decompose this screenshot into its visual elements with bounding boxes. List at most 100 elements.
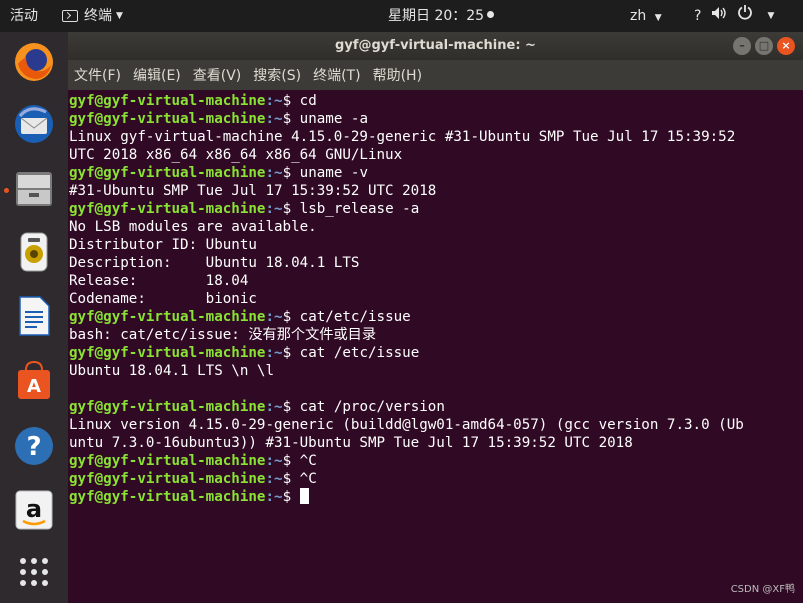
system-tray[interactable]: ? ▼ [694, 0, 774, 32]
menu-terminal[interactable]: 终端(T) [313, 65, 360, 85]
command-text: cat /etc/issue [299, 345, 420, 361]
terminal-command-line: gyf@gyf-virtual-machine:~$ cat /etc/issu… [69, 344, 803, 362]
input-method-menu[interactable]: zh ▼ [630, 0, 662, 32]
prompt-symbol: $ [282, 399, 300, 415]
command-text: ^C [299, 453, 317, 469]
prompt-symbol: $ [282, 345, 300, 361]
command-text: ^C [299, 471, 317, 487]
terminal-command-line: gyf@gyf-virtual-machine:~$ cat /proc/ver… [69, 398, 803, 416]
terminal-command-line: gyf@gyf-virtual-machine:~$ cd [69, 92, 803, 110]
terminal-output-line: Distributor ID: Ubuntu [69, 237, 257, 253]
dock: A ? a [0, 32, 68, 603]
notification-dot-icon [487, 11, 495, 18]
svg-text:A: A [27, 376, 41, 397]
terminal-command-line: gyf@gyf-virtual-machine:~$ uname -v [69, 164, 803, 182]
prompt-user: gyf@gyf-virtual-machine [69, 453, 266, 469]
terminal-window: gyf@gyf-virtual-machine: ~ – □ × 文件(F) 编… [68, 32, 803, 603]
menu-edit[interactable]: 编辑(E) [133, 65, 181, 85]
prompt-path: :~ [265, 399, 283, 415]
terminal-output-line: #31-Ubuntu SMP Tue Jul 17 15:39:52 UTC 2… [69, 183, 437, 199]
prompt-user: gyf@gyf-virtual-machine [69, 111, 266, 127]
menu-bar: 文件(F) 编辑(E) 查看(V) 搜索(S) 终端(T) 帮助(H) [68, 60, 803, 90]
prompt-user: gyf@gyf-virtual-machine [69, 399, 266, 415]
prompt-symbol: $ [282, 453, 300, 469]
window-titlebar[interactable]: gyf@gyf-virtual-machine: ~ – □ × [68, 32, 803, 60]
writer-icon[interactable] [12, 294, 56, 338]
prompt-path: :~ [265, 453, 283, 469]
volume-icon[interactable] [711, 0, 727, 32]
chevron-down-icon: ▼ [116, 11, 123, 21]
top-bar: 活动 终端 ▼ 星期日 20：25 zh ▼ ? ▼ [0, 0, 803, 32]
show-apps-icon[interactable] [12, 550, 56, 594]
terminal-output-line: Release: 18.04 [69, 273, 249, 289]
terminal-output-line: untu 7.3.0-16ubuntu3)) #31-Ubuntu SMP Tu… [69, 435, 633, 451]
command-text: lsb_release -a [299, 201, 420, 217]
files-icon[interactable] [12, 166, 56, 210]
command-text: uname -a [299, 111, 368, 127]
menu-search[interactable]: 搜索(S) [253, 65, 301, 85]
terminal-output-line: UTC 2018 x86_64 x86_64 x86_64 GNU/Linux [69, 147, 403, 163]
terminal-command-line: gyf@gyf-virtual-machine:~$ ^C [69, 452, 803, 470]
prompt-user: gyf@gyf-virtual-machine [69, 309, 266, 325]
prompt-path: :~ [265, 93, 283, 109]
menu-help[interactable]: 帮助(H) [373, 65, 422, 85]
prompt-user: gyf@gyf-virtual-machine [69, 471, 266, 487]
terminal-output[interactable]: gyf@gyf-virtual-machine:~$ cd gyf@gyf-vir… [68, 90, 803, 603]
svg-text:a: a [26, 495, 42, 523]
terminal-output-line: Description: Ubuntu 18.04.1 LTS [69, 255, 360, 271]
menu-file[interactable]: 文件(F) [74, 65, 121, 85]
menu-view[interactable]: 查看(V) [193, 65, 242, 85]
prompt-path: :~ [265, 165, 283, 181]
clock-label: 星期日 20：25 [388, 8, 485, 24]
terminal-output-line: Linux version 4.15.0-29-generic (buildd@… [69, 417, 744, 433]
prompt-user: gyf@gyf-virtual-machine [69, 201, 266, 217]
command-text: uname -v [299, 165, 368, 181]
terminal-output-line: Linux gyf-virtual-machine 4.15.0-29-gene… [69, 129, 736, 145]
clock[interactable]: 星期日 20：25 [388, 0, 495, 32]
help-icon[interactable]: ? [12, 424, 56, 468]
terminal-command-line: gyf@gyf-virtual-machine:~$ cat/etc/issue [69, 308, 803, 326]
activities-button[interactable]: 活动 [10, 0, 38, 32]
prompt-path: :~ [265, 309, 283, 325]
power-icon[interactable] [737, 0, 753, 32]
prompt-user: gyf@gyf-virtual-machine [69, 489, 266, 505]
command-text: cat /proc/version [299, 399, 445, 415]
software-center-icon[interactable]: A [12, 358, 56, 402]
firefox-icon[interactable] [12, 40, 56, 84]
prompt-symbol: $ [282, 471, 300, 487]
command-text: cd [299, 93, 317, 109]
chevron-down-icon: ▼ [767, 11, 775, 21]
prompt-path: :~ [265, 201, 283, 217]
close-icon[interactable]: × [777, 37, 795, 55]
prompt-symbol: $ [282, 201, 300, 217]
prompt-path: :~ [265, 111, 283, 127]
terminal-output-line: Ubuntu 18.04.1 LTS \n \l [69, 363, 274, 379]
watermark: CSDN @XF鸭 [730, 584, 795, 595]
app-menu[interactable]: 终端 ▼ [62, 0, 123, 32]
prompt-path: :~ [265, 489, 283, 505]
prompt-symbol: $ [282, 93, 300, 109]
terminal-command-line: gyf@gyf-virtual-machine:~$ lsb_release -… [69, 200, 803, 218]
prompt-path: :~ [265, 345, 283, 361]
rhythmbox-icon[interactable] [12, 230, 56, 274]
app-menu-label: 终端 [84, 8, 112, 24]
window-title: gyf@gyf-virtual-machine: ~ [335, 38, 536, 53]
minimize-icon[interactable]: – [733, 37, 751, 55]
prompt-symbol: $ [282, 165, 300, 181]
terminal-command-line: gyf@gyf-virtual-machine:~$ uname -a [69, 110, 803, 128]
accessibility-icon[interactable]: ? [694, 0, 701, 32]
terminal-cursor [299, 488, 309, 504]
terminal-command-line: gyf@gyf-virtual-machine:~$ [69, 488, 803, 506]
svg-text:?: ? [26, 432, 41, 462]
maximize-icon[interactable]: □ [755, 37, 773, 55]
prompt-symbol: $ [282, 309, 300, 325]
terminal-output-line: Codename: bionic [69, 291, 257, 307]
prompt-user: gyf@gyf-virtual-machine [69, 93, 266, 109]
amazon-icon[interactable]: a [12, 488, 56, 532]
terminal-output-line: No LSB modules are available. [69, 219, 317, 235]
command-text: cat/etc/issue [299, 309, 411, 325]
thunderbird-icon[interactable] [12, 102, 56, 146]
terminal-output-line: bash: cat/etc/issue: 没有那个文件或目录 [69, 327, 377, 343]
chevron-down-icon: ▼ [654, 13, 662, 23]
